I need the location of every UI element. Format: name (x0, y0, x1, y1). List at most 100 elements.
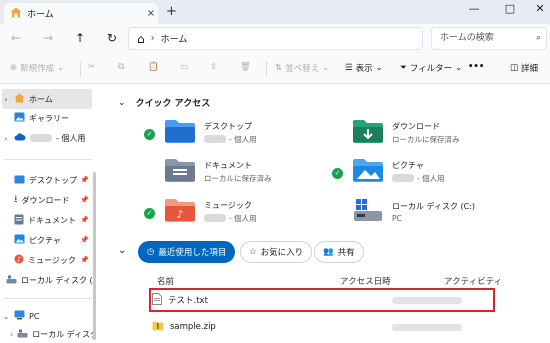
forward-button[interactable]: → (40, 30, 56, 46)
clock-icon: ◷ (147, 247, 155, 257)
sort-icon: ⇅ (275, 63, 283, 73)
new-tab-button[interactable]: + (166, 4, 177, 19)
cut-icon[interactable]: ✂ (88, 62, 95, 72)
details-button[interactable]: ◫ 詳細 (510, 62, 538, 74)
maximize-button[interactable]: □ (502, 2, 518, 15)
main-content: ⌄ クイック アクセス ✓ デスクトップ - 個人用 ダウンロード ローカルに保… (100, 84, 550, 343)
rename-icon[interactable]: ▭ (180, 62, 188, 72)
more-options-icon[interactable]: ••• (468, 62, 484, 72)
drive-icon (17, 329, 28, 340)
sidebar-item-pictures[interactable]: ピクチャ (2, 230, 92, 250)
view-icon: ☰ (345, 63, 353, 73)
back-button[interactable]: ← (8, 30, 24, 46)
tab-label: ホーム (27, 10, 54, 20)
close-window-button[interactable]: ✕ (532, 2, 548, 15)
redacted-account-name (204, 135, 226, 143)
downloads-folder-icon (352, 118, 384, 147)
refresh-button[interactable]: ↻ (104, 30, 120, 46)
sidebar-item-desktop[interactable]: デスクトップ (2, 170, 92, 190)
redacted-account-name (204, 214, 226, 222)
search-input[interactable]: ホームの検索 ⌕ (431, 27, 547, 50)
document-icon (14, 214, 24, 227)
people-icon: 👥 (323, 247, 334, 257)
sidebar-item-label: ミュージック (28, 255, 76, 265)
sidebar-item-pc[interactable]: ⌄ PC (2, 306, 92, 326)
chevron-down-icon: ⌄ (375, 63, 383, 73)
local-disk-icon (352, 197, 384, 226)
star-icon: ☆ (249, 247, 257, 257)
quick-access-item-documents[interactable]: ドキュメント ローカルに保存済み (164, 157, 272, 186)
quick-access-item-pictures[interactable]: ピクチャ - 個人用 (352, 157, 445, 186)
copy-icon[interactable]: ⧉ (118, 62, 124, 72)
navigation-pane: › ホーム ギャラリー › - 個人用 デスクトップ 📌 ⭳ ダウンロード 📌 (0, 84, 100, 343)
sidebar-item-downloads[interactable]: ⭳ ダウンロード (2, 190, 92, 210)
item-name: ピクチャ (392, 160, 424, 170)
command-divider (80, 62, 81, 76)
breadcrumb-separator-icon: › (150, 33, 155, 44)
new-button[interactable]: ⊕ 新規作成 ⌄ (10, 62, 64, 74)
item-name: ダウンロード (392, 121, 440, 131)
documents-folder-icon (164, 157, 196, 186)
command-divider (266, 62, 267, 76)
picture-icon (14, 234, 25, 246)
zip-file-icon (152, 321, 164, 334)
details-pane-icon: ◫ (510, 63, 519, 73)
music-icon: ♪ (14, 254, 24, 266)
chevron-down-icon[interactable]: ⌄ (118, 245, 126, 256)
cloud-icon (14, 133, 26, 143)
tab-close-icon[interactable]: × (144, 8, 158, 19)
sidebar-item-gallery[interactable]: ギャラリー (2, 108, 92, 128)
sidebar-item-pc-local-disk[interactable]: › ローカル ディスク (10, 324, 94, 343)
view-button[interactable]: ☰ 表示 ⌄ (345, 62, 383, 74)
sort-button[interactable]: ⇅ 並べ替え ⌄ (275, 62, 329, 74)
tab-favorites-label: お気に入り (260, 248, 304, 258)
column-header-activity[interactable]: アクティビティ (444, 275, 502, 287)
sidebar-item-home[interactable]: › ホーム (2, 89, 92, 109)
table-row[interactable]: sample.zip (152, 316, 492, 338)
sidebar-item-onedrive[interactable]: › - 個人用 (2, 128, 92, 148)
synced-check-icon: ✓ (332, 168, 343, 179)
quick-access-header[interactable]: ⌄ クイック アクセス (118, 96, 210, 110)
quick-access-item-desktop[interactable]: デスクトップ - 個人用 (164, 118, 257, 147)
column-header-accessed[interactable]: アクセス日時 (340, 275, 391, 287)
file-name: sample.zip (170, 322, 216, 332)
address-bar[interactable]: ⌂ › ホーム (128, 27, 423, 50)
desktop-folder-icon (164, 118, 196, 147)
sidebar-item-label: - 個人用 (56, 133, 86, 143)
quick-access-item-music[interactable]: ♪ ミュージック - 個人用 (164, 197, 257, 226)
new-button-label: 新規作成 (20, 64, 55, 74)
download-icon: ⭳ (14, 193, 18, 205)
pictures-folder-icon (352, 157, 384, 186)
tab-home[interactable]: ホーム × (4, 3, 158, 24)
sidebar-item-documents[interactable]: ドキュメント (2, 210, 92, 230)
item-name: ミュージック (204, 200, 252, 210)
item-location: - 個人用 (392, 173, 445, 184)
paste-icon[interactable]: 📋 (148, 62, 159, 72)
sort-label: 並べ替え (285, 64, 320, 74)
tab-recent[interactable]: ◷ 最近使用した項目 (138, 241, 236, 263)
minimize-button[interactable]: — (466, 2, 482, 15)
tab-favorites[interactable]: ☆ お気に入り (240, 241, 313, 263)
sidebar-item-local-disk[interactable]: ローカル ディスク ( (2, 270, 92, 290)
synced-check-icon: ✓ (144, 208, 155, 219)
quick-access-item-local-disk[interactable]: ローカル ディスク (C:) PC (352, 197, 475, 226)
chevron-down-icon: ⌄ (2, 311, 10, 321)
filter-button[interactable]: ⏷ フィルター ⌄ (400, 62, 462, 74)
quick-access-item-downloads[interactable]: ダウンロード ローカルに保存済み (352, 118, 460, 147)
chevron-right-icon: › (10, 329, 14, 339)
column-header-name[interactable]: 名前 (157, 275, 174, 287)
breadcrumb-location[interactable]: ホーム (161, 32, 188, 45)
item-location: ローカルに保存済み (204, 173, 272, 183)
svg-text:♪: ♪ (176, 208, 183, 221)
chevron-down-icon: ⌄ (118, 97, 126, 108)
pin-icon: 📌 (80, 236, 89, 244)
tab-shared[interactable]: 👥 共有 (314, 241, 364, 263)
sidebar-scrollbar[interactable] (93, 172, 96, 340)
home-tab-icon (10, 7, 22, 21)
delete-icon[interactable]: 🗑 (240, 62, 251, 72)
up-button[interactable]: ↑ (72, 30, 88, 46)
sidebar-item-label: ギャラリー (29, 113, 69, 123)
share-icon[interactable]: ⇪ (210, 62, 217, 72)
sidebar-item-music[interactable]: ♪ ミュージック (2, 250, 92, 270)
music-folder-icon: ♪ (164, 197, 196, 226)
